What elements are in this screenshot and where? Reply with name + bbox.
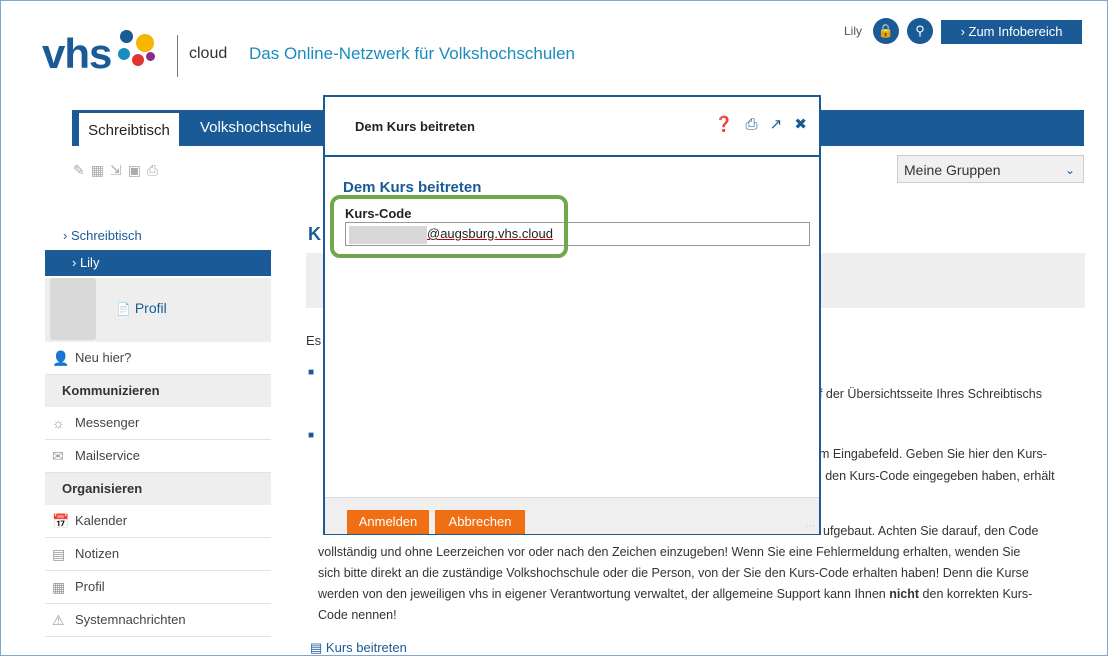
dialog-actions: ❓ ⎙ ↗ ✖ bbox=[707, 115, 807, 133]
cancel-button[interactable]: Abbrechen bbox=[435, 510, 525, 534]
sidebar-item-messenger[interactable]: ☼ Messenger bbox=[45, 407, 271, 440]
highlight-box bbox=[330, 195, 568, 258]
text-line: uf der Übersichtsseite Ihres Schreibtisc… bbox=[812, 387, 1042, 401]
external-link-icon[interactable]: ↗ bbox=[770, 116, 783, 133]
sidebar-item-systemnachrichten[interactable]: ⚠ Systemnachrichten bbox=[45, 604, 271, 637]
kurs-beitreten-link[interactable]: ▤ Kurs beitreten bbox=[310, 640, 407, 656]
header-separator bbox=[177, 35, 178, 77]
dialog-title: Dem Kurs beitreten bbox=[355, 119, 475, 134]
text-line: ie den Kurs-Code eingegeben haben, erhäl… bbox=[812, 469, 1055, 483]
sidebar-menu: 👤 Neu hier? Kommunizieren ☼ Messenger ✉ … bbox=[45, 342, 271, 637]
text-segment: den korrekten Kurs- bbox=[919, 587, 1033, 601]
close-icon[interactable]: ✖ bbox=[794, 116, 807, 133]
text-line: sich bitte direkt an die zuständige Volk… bbox=[318, 566, 1029, 580]
dialog-footer: Anmelden Abbrechen ⋯ bbox=[325, 497, 819, 534]
text-line: vollständig und ohne Leerzeichen vor ode… bbox=[318, 545, 1021, 559]
user-name[interactable]: Lily bbox=[844, 24, 862, 38]
sidebar-item-label: Notizen bbox=[75, 546, 120, 561]
groups-select-value: Meine Gruppen bbox=[904, 162, 1001, 178]
profile-card-icon: ▦ bbox=[52, 579, 66, 595]
breadcrumb-schreibtisch[interactable]: › Schreibtisch bbox=[45, 226, 271, 246]
sidebar-item-neu-hier[interactable]: 👤 Neu hier? bbox=[45, 342, 271, 375]
vhs-logo[interactable]: vhs bbox=[42, 30, 112, 78]
intro-text: Es bbox=[306, 333, 322, 348]
profile-link[interactable]: 📄 Profil bbox=[116, 300, 167, 316]
sidebar-item-label: Profil bbox=[75, 579, 105, 594]
sidebar-item-label: Neu hier? bbox=[75, 350, 132, 365]
sidebar-item-mailservice[interactable]: ✉ Mailservice bbox=[45, 440, 271, 473]
avatar[interactable] bbox=[50, 278, 96, 340]
sidebar-item-profil[interactable]: ▦ Profil bbox=[45, 571, 271, 604]
bullet-2: ■ bbox=[308, 430, 315, 441]
sidebar-item-label: Kalender bbox=[75, 513, 128, 528]
sidebar-item-notizen[interactable]: ▤ Notizen bbox=[45, 538, 271, 571]
warning-icon: ⚠ bbox=[52, 612, 65, 628]
text-line: werden von den jeweiligen vhs in eigener… bbox=[318, 585, 1032, 604]
sidebar-item-kalender[interactable]: 📅 Kalender bbox=[45, 505, 271, 538]
resize-grip-icon[interactable]: ⋯ bbox=[805, 521, 815, 532]
text-line: em Eingabefeld. Geben Sie hier den Kurs- bbox=[812, 447, 1047, 461]
mail-icon: ✉ bbox=[52, 448, 64, 464]
sidebar-item-label: Messenger bbox=[75, 415, 140, 430]
lock-icon[interactable]: 🔒 bbox=[873, 18, 899, 44]
tab-volkshochschule[interactable]: Volkshochschule bbox=[200, 110, 312, 146]
info-area-button[interactable]: › Zum Infobereich bbox=[941, 20, 1082, 44]
profile-card-icon: 📄 bbox=[116, 302, 131, 316]
chevron-down-icon: ⌄ bbox=[1064, 163, 1075, 177]
sidebar-item-label: Mailservice bbox=[75, 448, 141, 463]
help-icon[interactable]: ❓ bbox=[715, 116, 734, 133]
tab-schreibtisch[interactable]: Schreibtisch bbox=[79, 113, 179, 146]
cloud-label: cloud bbox=[189, 45, 228, 62]
list-icon: ▤ bbox=[310, 640, 323, 655]
kurs-beitreten-label: Kurs beitreten bbox=[325, 640, 407, 655]
sidebar-section-kommunizieren: Kommunizieren bbox=[45, 375, 271, 407]
join-course-dialog: Dem Kurs beitreten ❓ ⎙ ↗ ✖ Dem Kurs beit… bbox=[323, 95, 821, 535]
print-icon[interactable]: ⎙ bbox=[745, 116, 757, 133]
sidebar-section-organisieren: Organisieren bbox=[45, 473, 271, 505]
profile-link-label: Profil bbox=[134, 300, 167, 316]
text-line: Code nennen! bbox=[318, 608, 397, 622]
person-icon: 👤 bbox=[52, 350, 70, 366]
text-segment: werden von den jeweiligen vhs in eigener… bbox=[318, 587, 890, 601]
groups-select[interactable]: Meine Gruppen ⌄ bbox=[897, 155, 1084, 183]
page-title: K bbox=[308, 224, 321, 244]
tagline: Das Online-Netzwerk für Volkshochschulen bbox=[249, 44, 575, 63]
logo-dots bbox=[112, 26, 168, 70]
dialog-header: Dem Kurs beitreten ❓ ⎙ ↗ ✖ bbox=[325, 97, 819, 157]
chat-icon: ☼ bbox=[52, 415, 65, 431]
text-line: ufgebaut. Achten Sie darauf, den Code bbox=[823, 524, 1039, 538]
toolbar-icons[interactable]: ✎▦⇲▣⎙ bbox=[73, 162, 164, 179]
calendar-icon: 📅 bbox=[52, 513, 70, 529]
search-icon[interactable]: ⚲ bbox=[907, 18, 933, 44]
sidebar-item-label: Systemnachrichten bbox=[75, 612, 186, 627]
bullet-1: ■ bbox=[308, 367, 315, 378]
dialog-heading: Dem Kurs beitreten bbox=[343, 179, 482, 196]
note-icon: ▤ bbox=[52, 546, 66, 562]
submit-button[interactable]: Anmelden bbox=[347, 510, 429, 534]
text-emphasis: nicht bbox=[889, 587, 920, 601]
sidebar-item-lily[interactable]: › Lily bbox=[45, 250, 271, 276]
